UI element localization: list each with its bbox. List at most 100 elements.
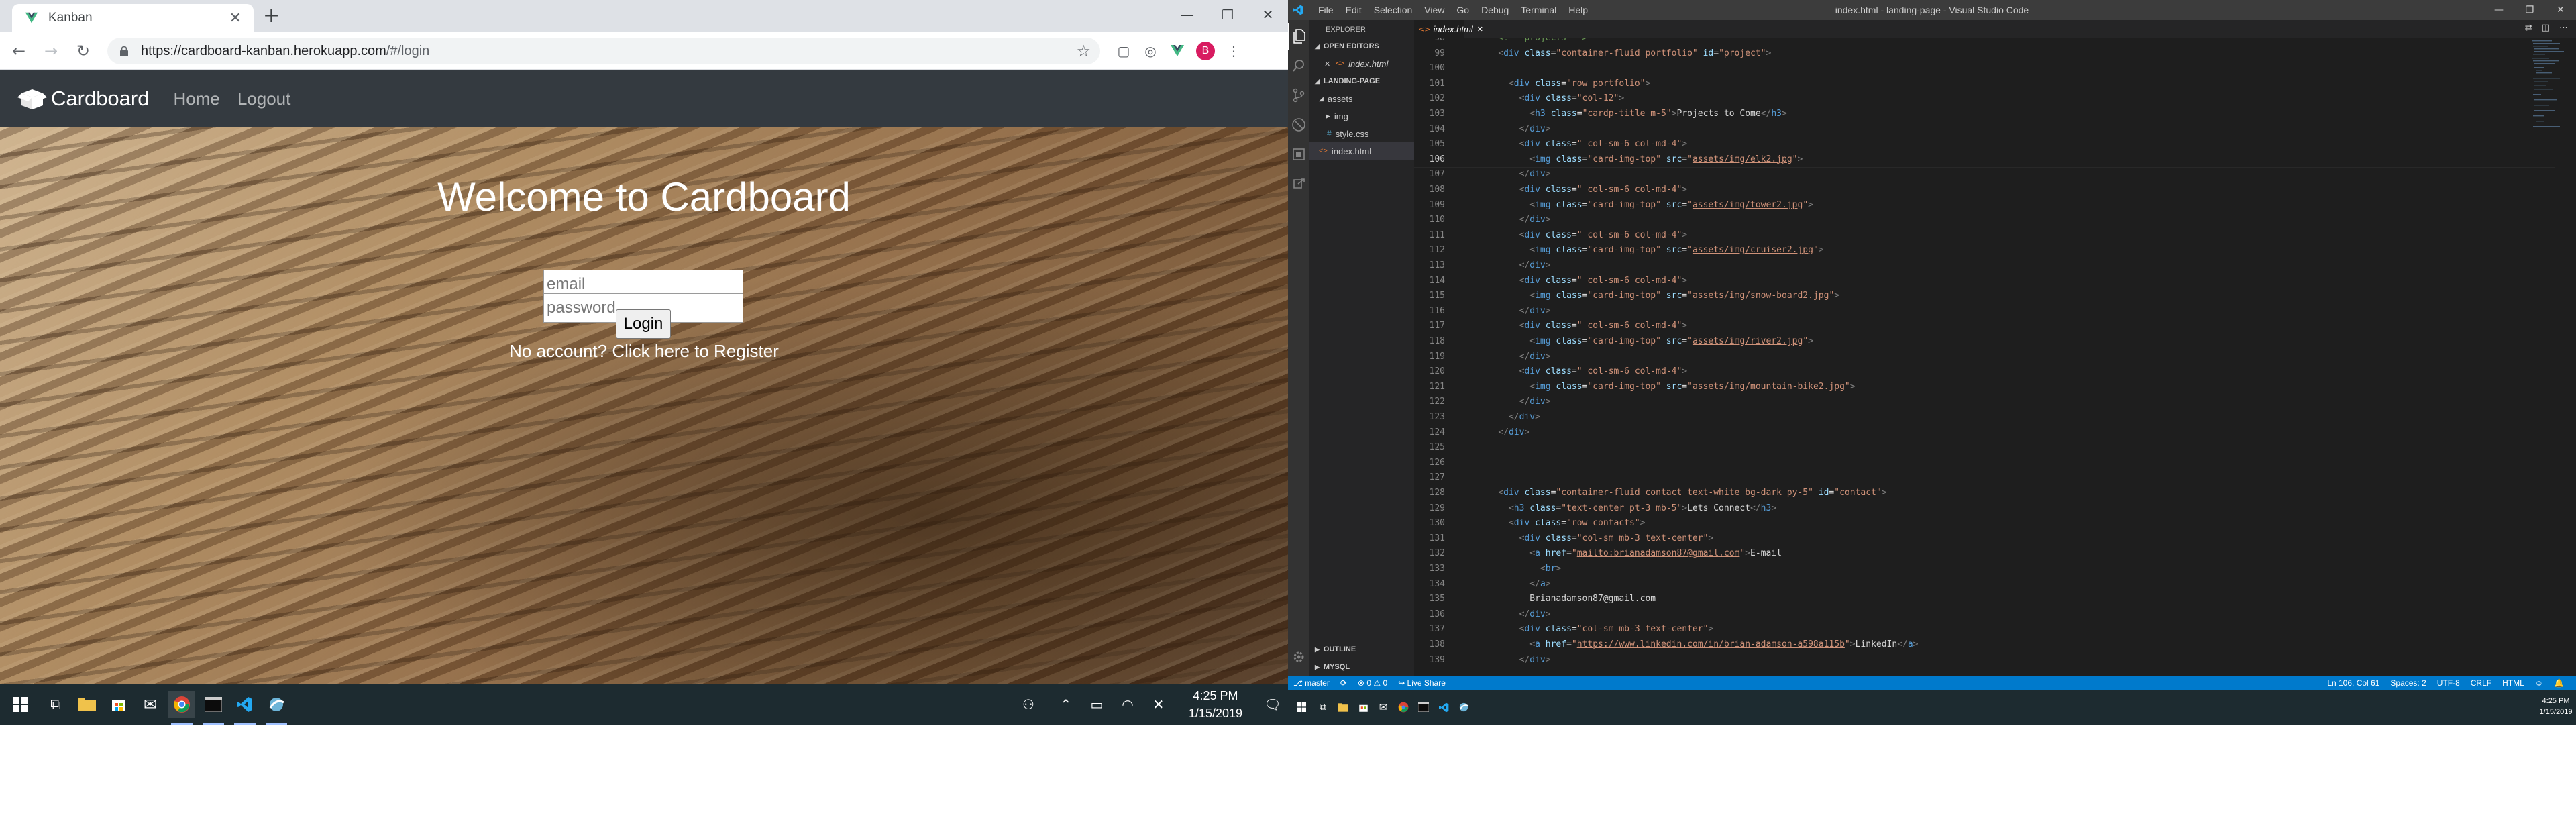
close-window-icon[interactable]: ✕ (2545, 0, 2576, 20)
task-view-icon[interactable]: ⧉ (42, 691, 69, 718)
editor-tab-index-html[interactable]: <> index.html ✕ (1414, 20, 1483, 38)
code-line[interactable]: 100 (1414, 61, 2555, 76)
login-button[interactable]: Login (616, 309, 671, 339)
project-section[interactable]: ◢ LANDING-PAGE (1309, 72, 1414, 90)
menu-go[interactable]: Go (1456, 5, 1469, 15)
code-line[interactable]: 110 </div> (1414, 213, 2555, 228)
code-line[interactable]: 131 <div class="col-sm mb-3 text-center"… (1414, 531, 2555, 547)
people-icon[interactable]: ⚇ (1013, 684, 1044, 725)
menu-terminal[interactable]: Terminal (1521, 5, 1556, 15)
live-share-icon[interactable] (1288, 170, 1309, 197)
problems-indicator[interactable]: ⊗ 0 ⚠ 0 (1358, 678, 1387, 688)
code-line[interactable]: 134 </a> (1414, 577, 2555, 592)
code-line[interactable]: 109 <img class="card-img-top" src="asset… (1414, 198, 2555, 213)
minimize-icon[interactable]: — (2483, 0, 2514, 20)
code-line[interactable]: 128 <div class="container-fluid contact … (1414, 486, 2555, 501)
source-control-icon[interactable] (1288, 82, 1309, 109)
code-line[interactable]: 106 <img class="card-img-top" src="asset… (1414, 151, 2555, 168)
debug-icon[interactable] (1288, 111, 1309, 138)
reload-icon[interactable]: ↻ (70, 38, 97, 64)
vscode-taskbar-icon[interactable] (231, 691, 258, 725)
code-line[interactable]: 108 <div class=" col-sm-6 col-md-4"> (1414, 182, 2555, 198)
code-line[interactable]: 117 <div class=" col-sm-6 col-md-4"> (1414, 319, 2555, 334)
close-editor-icon[interactable]: ✕ (1324, 60, 1330, 68)
mysql-header[interactable]: ▶ MYSQL (1309, 658, 1414, 676)
code-line[interactable]: 118 <img class="card-img-top" src="asset… (1414, 334, 2555, 350)
menu-file[interactable]: File (1318, 5, 1334, 15)
profile-avatar[interactable]: B (1196, 42, 1215, 60)
more-actions-icon[interactable]: ⋯ (2559, 23, 2568, 33)
code-line[interactable]: 99 <div class="container-fluid portfolio… (1414, 46, 2555, 62)
settings-gear-icon[interactable] (1288, 643, 1309, 670)
menu-help[interactable]: Help (1568, 5, 1588, 15)
code-line[interactable]: 104 </div> (1414, 122, 2555, 138)
code-line[interactable]: 137 <div class="col-sm mb-3 text-center"… (1414, 622, 2555, 637)
volume-muted-icon[interactable]: ✕ (1143, 684, 1174, 725)
back-arrow-icon[interactable]: ← (5, 38, 32, 64)
tree-item-img[interactable]: ▶ img (1309, 107, 1414, 125)
menu-edit[interactable]: Edit (1346, 5, 1362, 15)
code-line[interactable]: 112 <img class="card-img-top" src="asset… (1414, 243, 2555, 258)
code-line[interactable]: 139 </div> (1414, 653, 2555, 668)
code-line[interactable]: 111 <div class=" col-sm-6 col-md-4"> (1414, 228, 2555, 244)
code-line[interactable]: 133 <br> (1414, 562, 2555, 577)
nav-logout-link[interactable]: Logout (237, 89, 291, 109)
tab-close-icon[interactable]: ✕ (229, 10, 241, 27)
indentation[interactable]: Spaces: 2 (2390, 678, 2426, 688)
code-line[interactable]: 119 </div> (1414, 350, 2555, 365)
action-center-icon[interactable]: 🗨 (1257, 684, 1288, 725)
minimap[interactable] (2530, 38, 2567, 158)
code-line[interactable]: 107 </div> (1414, 167, 2555, 182)
menu-debug[interactable]: Debug (1481, 5, 1509, 15)
code-line[interactable]: 101 <div class="row portfolio"> (1414, 76, 2555, 92)
windows-start-icon[interactable] (7, 691, 34, 718)
browser-tab-kanban[interactable]: Kanban ✕ (12, 4, 254, 32)
menu-selection[interactable]: Selection (1374, 5, 1413, 15)
search-icon[interactable] (1288, 52, 1309, 79)
forward-arrow-icon[interactable]: → (38, 38, 64, 64)
code-line[interactable]: 124 </div> (1414, 425, 2555, 441)
code-line[interactable]: 138 <a href="https://www.linkedin.com/in… (1414, 637, 2555, 653)
extension-puzzle-icon[interactable]: ▢ (1110, 38, 1137, 64)
code-line[interactable]: 122 </div> (1414, 395, 2555, 410)
code-line[interactable]: 121 <img class="card-img-top" src="asset… (1414, 380, 2555, 395)
show-hidden-icons[interactable]: ⌃ (1051, 684, 1081, 725)
code-line[interactable]: 123 </div> (1414, 410, 2555, 425)
clock[interactable]: 4:25 PM 1/15/2019 (1189, 687, 1242, 722)
open-editor-item[interactable]: ✕ <> index.html (1309, 55, 1414, 72)
code-line[interactable]: 98 <!-- projects --> (1414, 38, 2555, 46)
chrome-taskbar-icon[interactable] (168, 691, 195, 725)
sync-icon[interactable]: ⟳ (1340, 678, 1347, 688)
code-line[interactable]: 136 </div> (1414, 607, 2555, 623)
address-bar[interactable]: https://cardboard-kanban.herokuapp.com/#… (107, 38, 1100, 64)
live-share-status[interactable]: ↪ Live Share (1398, 678, 1446, 688)
code-line[interactable]: 135 Brianadamson87@gmail.com (1414, 592, 2555, 607)
code-line[interactable]: 102 <div class="col-12"> (1414, 91, 2555, 107)
code-line[interactable]: 130 <div class="row contacts"> (1414, 516, 2555, 531)
code-line[interactable]: 114 <div class=" col-sm-6 col-md-4"> (1414, 274, 2555, 289)
menu-view[interactable]: View (1424, 5, 1444, 15)
feedback-smiley-icon[interactable]: ☺ (2535, 678, 2543, 688)
code-line[interactable]: 129 <h3 class="text-center pt-3 mb-5">Le… (1414, 501, 2555, 517)
battery-icon[interactable]: ▭ (1081, 684, 1112, 725)
close-tab-icon[interactable]: ✕ (1477, 25, 1483, 34)
app-taskbar-icon[interactable] (1452, 694, 1476, 720)
extension-circle-icon[interactable]: ◎ (1137, 38, 1164, 64)
mysql-section[interactable]: ▶ MYSQL (1309, 658, 1414, 676)
restore-icon[interactable]: ❐ (2514, 0, 2545, 20)
code-line[interactable]: 116 </div> (1414, 304, 2555, 319)
code-line[interactable]: 125 (1414, 440, 2555, 456)
bookmark-star-icon[interactable]: ☆ (1076, 42, 1091, 60)
split-editor-icon[interactable]: ◫ (2542, 23, 2550, 33)
encoding[interactable]: UTF-8 (2437, 678, 2460, 688)
tree-item-style-css[interactable]: # style.css (1309, 125, 1414, 142)
close-window-icon[interactable]: ✕ (1248, 0, 1288, 30)
app-taskbar-icon[interactable] (263, 691, 290, 725)
new-tab-plus-icon[interactable]: + (263, 5, 280, 27)
cursor-position[interactable]: Ln 106, Col 61 (2327, 678, 2379, 688)
terminal-icon[interactable] (200, 691, 227, 725)
code-line[interactable]: 120 <div class=" col-sm-6 col-md-4"> (1414, 364, 2555, 380)
extensions-icon[interactable] (1288, 141, 1309, 168)
notifications-bell-icon[interactable]: 🔔 (2554, 678, 2564, 688)
windows-start-icon[interactable] (1289, 694, 1313, 720)
